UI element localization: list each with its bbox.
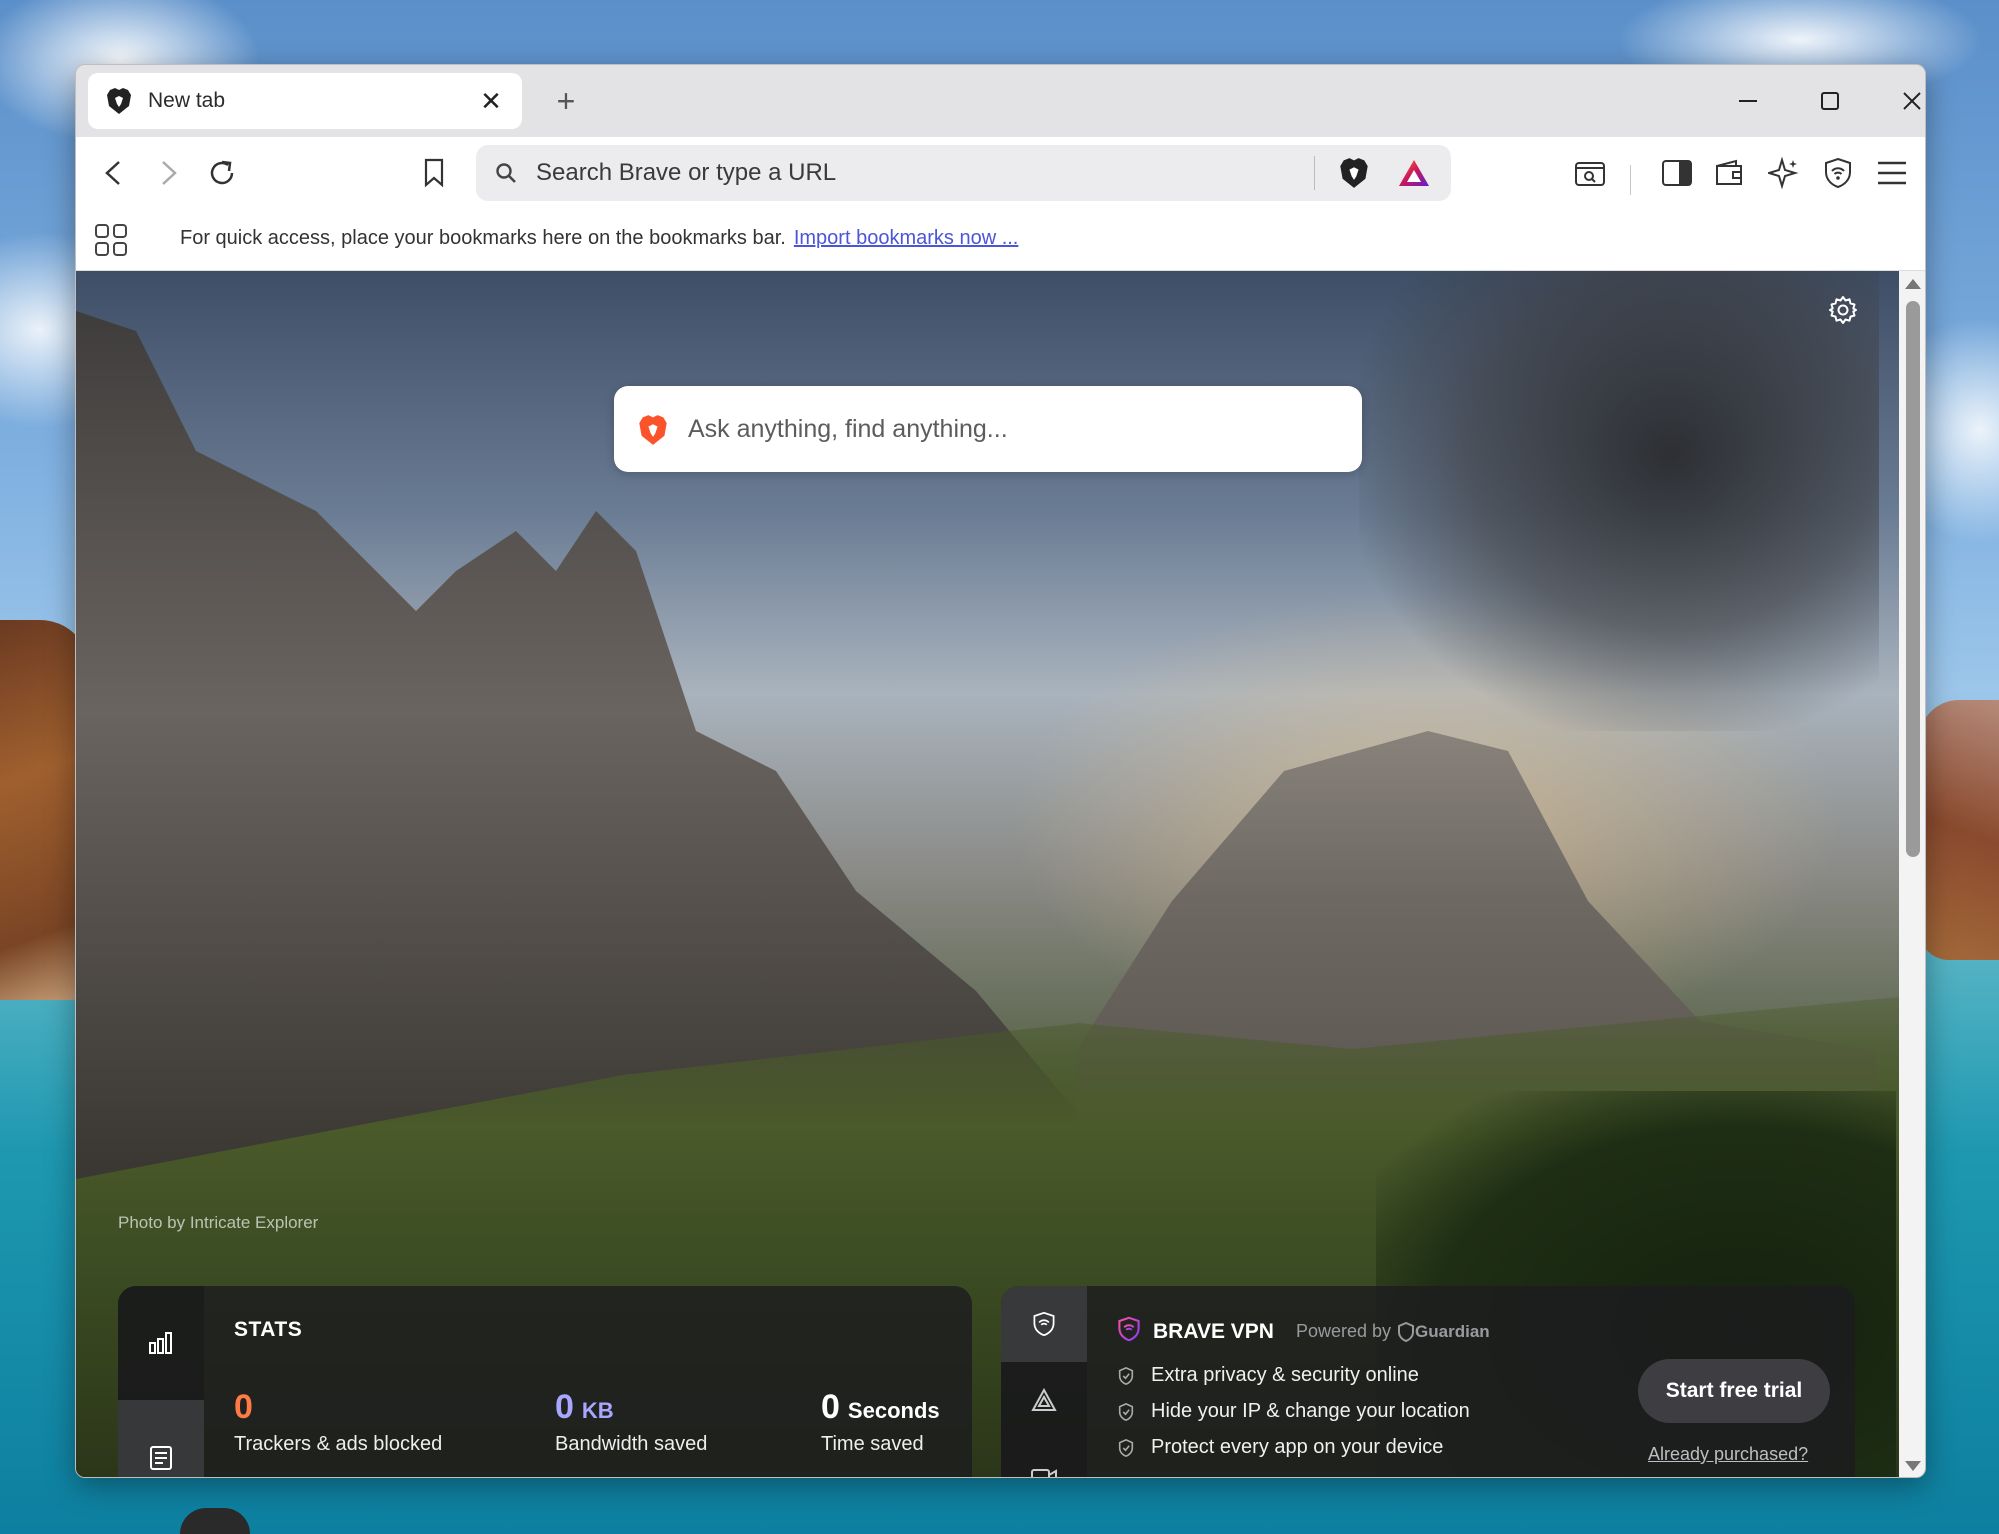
scroll-up-arrow-icon[interactable] [1905,279,1921,289]
guardian-label: Guardian [1415,1321,1490,1341]
stat-time-unit: Seconds [847,1398,940,1423]
ntp-search-input[interactable] [688,414,1362,444]
vpn-icon[interactable] [1814,149,1862,197]
bookmark-icon[interactable] [410,149,458,197]
bookmarks-hint-text: For quick access, place your bookmarks h… [180,227,786,249]
bookmarks-hint: For quick access, place your bookmarks h… [180,227,1018,250]
brave-shields-icon[interactable] [1331,150,1377,196]
talk-icon[interactable] [1001,1438,1087,1477]
news-icon[interactable] [118,1400,204,1477]
tab-search-icon[interactable] [1566,149,1614,197]
wallet-icon[interactable] [1706,149,1754,197]
stat-bandwidth-unit: KB [581,1398,614,1423]
url-bar-placeholder: Search Brave or type a URL [536,159,837,186]
vpn-widget: BRAVE VPN Powered by Guardian Extra priv… [1001,1286,1855,1477]
back-icon[interactable] [90,149,138,197]
bar-chart-icon[interactable] [118,1286,204,1400]
stat-trackers: 0 Trackers & ads blocked [234,1388,442,1456]
ntp-search-box[interactable] [614,386,1362,472]
tab-strip: New tab ✕ + [76,65,1925,137]
shield-check-icon [1118,1438,1134,1457]
stat-trackers-value: 0 [234,1388,253,1426]
rewards-tab-icon[interactable] [1001,1362,1087,1438]
url-bar-divider [1314,156,1315,190]
background-storm-cloud [1359,271,1879,731]
brave-lion-icon [104,86,134,116]
tab-new-tab[interactable]: New tab ✕ [88,73,522,129]
maximize-icon[interactable] [1802,73,1858,129]
close-window-icon[interactable] [1884,73,1925,129]
gear-icon[interactable] [1828,295,1868,335]
vpn-title: BRAVE VPN [1153,1319,1274,1343]
vpn-tab-icon[interactable] [1001,1286,1087,1362]
stats-heading: STATS [234,1318,303,1341]
vpn-logo-icon [1117,1316,1141,1347]
apps-icon[interactable] [94,223,130,259]
vpn-feature-text: Hide your IP & change your location [1151,1400,1470,1422]
vpn-feature: Extra privacy & security online [1117,1364,1419,1387]
stats-widget-rail [118,1286,204,1477]
vpn-feature-text: Extra privacy & security online [1151,1364,1419,1386]
toolbar: Search Brave or type a URL [76,137,1925,209]
brave-search-logo-icon [638,414,668,445]
vpn-header: BRAVE VPN Powered by Guardian [1117,1316,1490,1347]
url-bar[interactable]: Search Brave or type a URL [476,145,1451,201]
guardian-shield-icon [1398,1321,1415,1342]
leo-ai-icon[interactable] [1760,149,1808,197]
tab-title: New tab [148,89,226,112]
already-purchased-link[interactable]: Already purchased? [1648,1444,1808,1465]
browser-window: New tab ✕ + Search Brave or type a URL F… [75,64,1926,1478]
vpn-feature-text: Protect every app on your device [1151,1436,1444,1458]
page-scrollbar[interactable] [1899,271,1925,1477]
search-icon [476,162,536,184]
vpn-feature: Hide your IP & change your location [1117,1400,1470,1423]
shield-check-icon [1118,1366,1134,1385]
photo-credit[interactable]: Photo by Intricate Explorer [118,1213,318,1233]
bookmarks-bar: For quick access, place your bookmarks h… [76,209,1925,271]
new-tab-page: Photo by Intricate Explorer STATS 0 Trac… [76,271,1899,1477]
stat-bandwidth: 0 KB Bandwidth saved [555,1388,707,1456]
shield-check-icon [1118,1402,1134,1421]
stat-time-label: Time saved [821,1433,924,1455]
desktop-rock [180,1508,250,1534]
scroll-down-arrow-icon[interactable] [1905,1461,1921,1471]
stat-bandwidth-value: 0 [555,1388,574,1426]
stat-time-value: 0 [821,1388,840,1426]
toolbar-divider [1630,165,1631,195]
vpn-widget-rail [1001,1286,1087,1477]
menu-icon[interactable] [1868,149,1916,197]
vpn-feature: Protect every app on your device [1117,1436,1443,1459]
forward-icon[interactable] [144,149,192,197]
import-bookmarks-link[interactable]: Import bookmarks now ... [794,227,1019,249]
plus-icon[interactable]: + [544,79,588,123]
sidebar-icon[interactable] [1653,149,1701,197]
stat-trackers-label: Trackers & ads blocked [234,1433,443,1455]
stats-widget: STATS 0 Trackers & ads blocked 0 KB Bandw… [118,1286,972,1477]
stat-time: 0 Seconds Time saved [821,1388,940,1456]
reload-icon[interactable] [198,149,246,197]
stat-bandwidth-label: Bandwidth saved [555,1433,708,1455]
scrollbar-thumb[interactable] [1906,301,1920,857]
desktop-cliff-right [1919,700,1999,960]
brave-rewards-icon[interactable] [1391,150,1437,196]
minimize-icon[interactable] [1720,73,1776,129]
start-free-trial-button[interactable]: Start free trial [1638,1359,1830,1423]
vpn-powered-by: Powered by [1295,1321,1392,1341]
guardian-logo: Guardian [1397,1321,1490,1342]
close-icon[interactable]: ✕ [476,86,506,117]
